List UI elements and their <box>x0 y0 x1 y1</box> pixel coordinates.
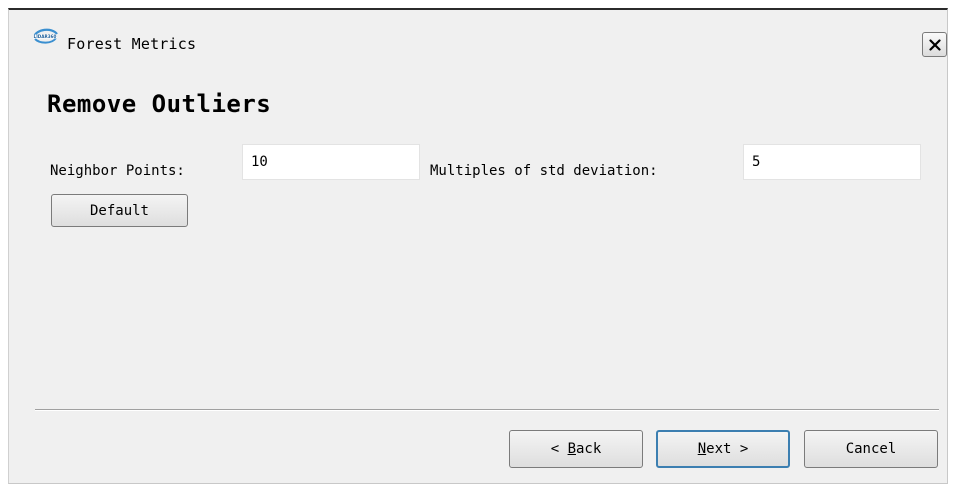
svg-text:LIDAR360: LIDAR360 <box>34 34 57 39</box>
neighbor-points-input[interactable] <box>242 144 420 180</box>
neighbor-points-label: Neighbor Points: <box>50 163 185 179</box>
next-button-label: Next > <box>697 441 749 457</box>
window-title: Forest Metrics <box>67 35 197 53</box>
default-button-label: Default <box>89 202 149 219</box>
close-icon <box>928 38 941 51</box>
footer-separator <box>35 409 939 411</box>
page-title: Remove Outliers <box>47 90 272 118</box>
multiples-std-deviation-label: Multiples of std deviation: <box>430 163 658 179</box>
next-button[interactable]: Next > <box>656 430 790 468</box>
default-button[interactable]: Default <box>51 194 188 227</box>
app-logo-icon: LIDAR360 <box>30 25 60 47</box>
back-button-label: < Back <box>550 441 602 457</box>
multiples-std-deviation-input[interactable] <box>743 144 921 180</box>
wizard-window: LIDAR360 Forest Metrics Remove Outliers … <box>8 8 948 484</box>
title-bar: LIDAR360 Forest Metrics <box>9 10 947 57</box>
cancel-button-label: Cancel <box>845 441 897 457</box>
back-button[interactable]: < Back <box>509 430 643 468</box>
cancel-button[interactable]: Cancel <box>804 430 938 468</box>
close-button[interactable] <box>922 32 947 57</box>
